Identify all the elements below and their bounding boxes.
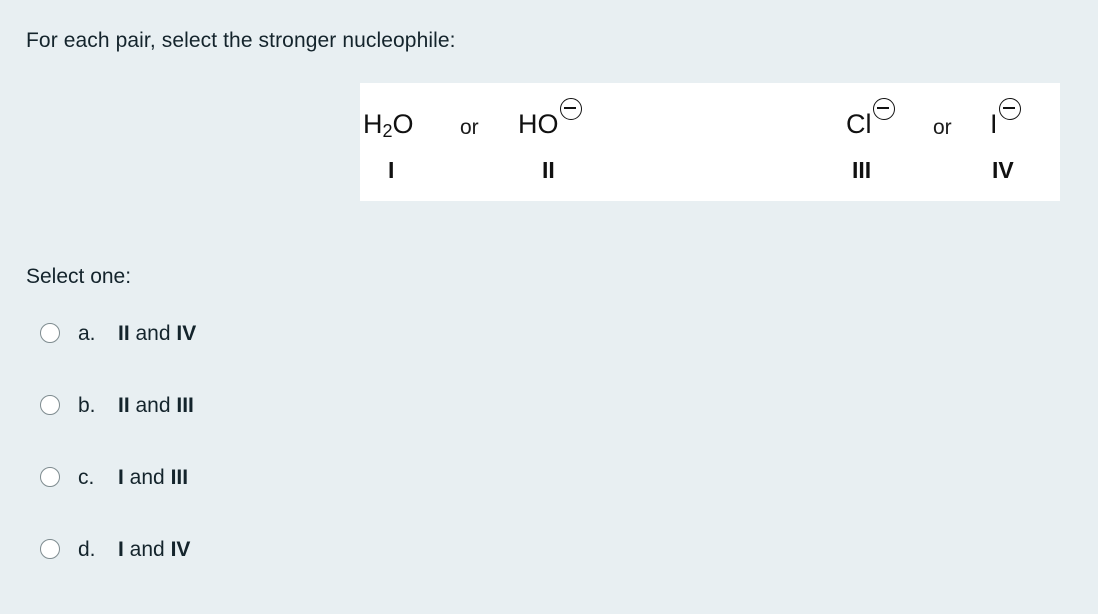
option-b-first-numeral: II xyxy=(118,393,130,417)
numeral-iii: III xyxy=(852,157,872,183)
pair-1-conjunction: or xyxy=(460,116,479,139)
pair-2-conjunction: or xyxy=(933,116,952,139)
chemistry-figure-panel: H2O or HO I II Cl or I III IV xyxy=(360,83,1060,201)
numeral-i: I xyxy=(388,157,395,183)
nucleophile-pair-1: H2O or HO I II xyxy=(360,83,630,201)
nucleophile-pair-2: Cl or I III IV xyxy=(840,83,1060,201)
option-letter-b: b. xyxy=(78,393,96,417)
numeral-iv: IV xyxy=(992,157,1014,183)
radio-button-b[interactable] xyxy=(40,395,60,415)
option-d-second-numeral: IV xyxy=(170,537,191,561)
species-chloride: Cl xyxy=(846,98,895,139)
radio-button-c[interactable] xyxy=(40,467,60,487)
option-a-first-numeral: II xyxy=(118,321,130,345)
species-hydroxide: HO xyxy=(518,98,582,139)
option-c-second-numeral: III xyxy=(170,465,189,489)
option-c-conjunction: and xyxy=(123,465,171,489)
select-one-label: Select one: xyxy=(26,265,132,288)
minus-charge-icon xyxy=(872,98,895,120)
option-a-second-numeral: IV xyxy=(176,321,197,345)
option-letter-a: a. xyxy=(78,321,96,345)
species-iodide-label: I xyxy=(990,109,998,139)
option-text-d: I and IV xyxy=(118,539,190,560)
answer-option-b[interactable]: b. II and III xyxy=(40,387,460,423)
numeral-ii: II xyxy=(542,157,555,183)
species-water-subscript: 2 xyxy=(382,121,393,141)
option-text-a: II and IV xyxy=(118,323,196,344)
minus-charge-icon xyxy=(559,98,582,120)
option-letter-d: d. xyxy=(78,537,96,561)
answer-option-c[interactable]: c. I and III xyxy=(40,459,460,495)
species-water-oxygen: O xyxy=(392,109,414,139)
species-water-element: H xyxy=(363,109,383,139)
option-b-conjunction: and xyxy=(129,393,177,417)
option-text-b: II and III xyxy=(118,395,194,416)
species-chloride-label: Cl xyxy=(846,109,872,139)
radio-button-d[interactable] xyxy=(40,539,60,559)
option-d-conjunction: and xyxy=(123,537,171,561)
option-text-c: I and III xyxy=(118,467,188,488)
species-iodide: I xyxy=(990,98,1021,139)
radio-button-a[interactable] xyxy=(40,323,60,343)
answer-option-d[interactable]: d. I and IV xyxy=(40,531,460,567)
question-stem: For each pair, select the stronger nucle… xyxy=(26,29,456,52)
option-b-second-numeral: III xyxy=(176,393,194,417)
species-hydroxide-label: HO xyxy=(518,109,559,139)
option-letter-c: c. xyxy=(78,465,95,489)
answer-option-a[interactable]: a. II and IV xyxy=(40,315,460,351)
answer-option-list: a. II and IV b. II and III c. I and III … xyxy=(40,315,460,603)
option-a-conjunction: and xyxy=(129,321,177,345)
minus-charge-icon xyxy=(998,98,1021,120)
species-water: H2O xyxy=(363,111,414,145)
